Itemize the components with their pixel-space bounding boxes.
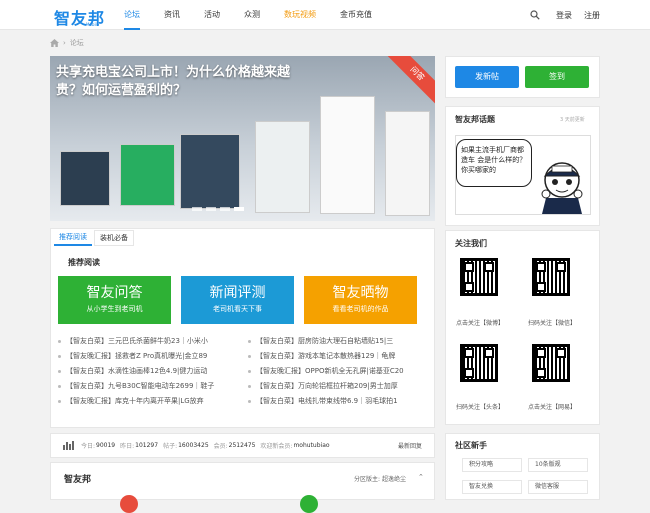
section-title: 推荐阅读 [68, 258, 100, 267]
moderator-label: 分区版主: [354, 476, 381, 483]
banner-image-kiosk [180, 134, 240, 209]
tile-subtitle: 看看老司机的作品 [332, 305, 389, 313]
follow-title: 关注我们 [455, 239, 487, 248]
community-tag[interactable]: 10条版规 [528, 458, 588, 472]
article-list-right: 【智友白菜】厨房防油大理石自粘墙贴15|三 【智友白菜】游戏本笔记本散热器129… [248, 334, 428, 409]
login-link[interactable]: 登录 [556, 10, 572, 21]
stat-posts-label: 帖子: [163, 443, 178, 450]
forum-title[interactable]: 智友邦 [64, 472, 91, 485]
search-icon[interactable] [530, 10, 540, 20]
new-post-button[interactable]: 发新帖 [455, 66, 519, 88]
stat-yesterday: 101297 [135, 442, 159, 449]
stat-today: 90019 [96, 442, 116, 449]
topic-title: 智友邦话题 [455, 115, 495, 124]
qr-code-weibo-icon[interactable] [460, 258, 498, 296]
tile-title: 新闻评测 [209, 285, 266, 301]
community-tag[interactable]: 智友兑换 [462, 480, 522, 494]
hero-ribbon: 问答 [383, 56, 435, 108]
qr-label[interactable]: 扫码关注【微信】 [522, 318, 582, 327]
list-item[interactable]: 【智友白菜】万向轮铝框拉杆箱209|男士加厚 [248, 379, 428, 394]
latest-reply-link[interactable]: 最新回复 [398, 441, 422, 450]
stat-newest-member[interactable]: mohutubiao [293, 442, 329, 449]
tab-recommended[interactable]: 推荐阅读 [54, 230, 92, 246]
register-link[interactable]: 注册 [584, 10, 600, 21]
checkin-button[interactable]: 签到 [525, 66, 589, 88]
qr-label[interactable]: 点击关注【微博】 [450, 318, 510, 327]
forum-icon[interactable] [300, 495, 318, 513]
qr-code-netease-icon[interactable] [532, 344, 570, 382]
moderator-name[interactable]: 超逸绝尘 [382, 474, 406, 483]
nav-events[interactable]: 活动 [204, 0, 220, 30]
hero-title[interactable]: 共享充电宝公司上市！为什么价格越来越贵？如何运营盈利的？ [56, 64, 296, 100]
carousel-dot[interactable] [220, 207, 230, 211]
breadcrumb: › 论坛 [50, 38, 84, 48]
cartoon-driver-icon [541, 162, 583, 214]
carousel-dot[interactable] [192, 207, 202, 211]
hero-banner[interactable]: 共享充电宝公司上市！为什么价格越来越贵？如何运营盈利的？ 问答 [50, 56, 435, 221]
stat-newest-label: 欢迎新会员: [260, 443, 293, 450]
list-item[interactable]: 【智友晚汇报】拯救者Z Pro真机曝光|金立89 [58, 349, 238, 364]
banner-image-kiosk [255, 121, 310, 213]
article-list-left: 【智友白菜】三元巴氏杀菌鲜牛奶23｜小米小 【智友晚汇报】拯救者Z Pro真机曝… [58, 334, 238, 409]
nav-testing[interactable]: 众测 [244, 0, 260, 30]
banner-image-kiosk [60, 151, 110, 206]
stat-members: 2512475 [228, 442, 256, 449]
community-title: 社区新手 [455, 441, 487, 450]
list-item[interactable]: 【智友白菜】三元巴氏杀菌鲜牛奶23｜小米小 [58, 334, 238, 349]
qr-code-toutiao-icon[interactable] [460, 344, 498, 382]
list-item[interactable]: 【智友白菜】水滴性油画棒12色4.9|健力运动 [58, 364, 238, 379]
banner-image-kiosk [120, 144, 175, 206]
qr-label[interactable]: 扫码关注【头条】 [450, 402, 510, 411]
tab-essentials[interactable]: 装机必备 [94, 230, 134, 246]
topic-update-time: 3 天前更新 [560, 117, 585, 123]
nav-news[interactable]: 资讯 [164, 0, 180, 30]
tile-showcase[interactable]: 智友晒物 看看老司机的作品 [304, 276, 417, 324]
topic-card[interactable]: 如果主流手机厂商都造车 会是什么样的？你买哪家的 [455, 135, 591, 215]
topic-question: 如果主流手机厂商都造车 会是什么样的？你买哪家的 [456, 139, 532, 187]
list-item[interactable]: 【智友白菜】游戏本笔记本散热器129｜龟牌 [248, 349, 428, 364]
list-item[interactable]: 【智友晚汇报】库克十年内离开苹果|LG放弃 [58, 394, 238, 409]
tile-title: 智友问答 [86, 285, 143, 301]
forum-icon[interactable] [120, 495, 138, 513]
site-logo-subtitle: Mobile [86, 22, 100, 27]
banner-image-kiosk [320, 96, 375, 214]
breadcrumb-current[interactable]: 论坛 [70, 38, 84, 48]
collapse-icon[interactable]: ⌃ [418, 473, 424, 481]
stat-today-label: 今日: [81, 443, 96, 450]
list-item[interactable]: 【智友白菜】电线扎带束线带6.9｜羽毛球拍1 [248, 394, 428, 409]
nav-recharge[interactable]: 金币充值 [340, 0, 372, 30]
community-tag[interactable]: 积分攻略 [462, 458, 522, 472]
tab-bar: 推荐阅读 装机必备 [54, 230, 136, 246]
tile-news[interactable]: 新闻评测 老司机看天下事 [181, 276, 294, 324]
list-item[interactable]: 【智友晚汇报】OPPO新机全无孔屏|诺基亚C20 [248, 364, 428, 379]
forum-stats: 今日: 90019 昨日: 101297 帖子: 16003425 会员: 25… [50, 433, 435, 458]
main-nav: 论坛 资讯 活动 众测 数玩视频 金币充值 [124, 0, 396, 30]
list-item[interactable]: 【智友白菜】九号B30C智能电动车2699｜鞋子 [58, 379, 238, 394]
stat-yesterday-label: 昨日: [120, 443, 135, 450]
home-icon[interactable] [50, 39, 59, 47]
tile-title: 智友晒物 [332, 285, 389, 301]
community-tag[interactable]: 微信客服 [528, 480, 588, 494]
nav-forum[interactable]: 论坛 [124, 0, 140, 30]
tile-subtitle: 从小学生到老司机 [86, 305, 143, 313]
tile-subtitle: 老司机看天下事 [213, 305, 262, 313]
banner-image-kiosk [385, 111, 430, 216]
stat-members-label: 会员: [213, 443, 228, 450]
stat-posts: 16003425 [178, 442, 209, 449]
forum-moderator: 分区版主: 超逸绝尘 [354, 474, 406, 483]
tile-qa[interactable]: 智友问答 从小学生到老司机 [58, 276, 171, 324]
breadcrumb-separator-icon: › [63, 39, 66, 47]
bar-chart-icon [63, 441, 74, 450]
list-item[interactable]: 【智友白菜】厨房防油大理石自粘墙贴15|三 [248, 334, 428, 349]
nav-video[interactable]: 数玩视频 [284, 0, 316, 30]
qr-code-wechat-icon[interactable] [532, 258, 570, 296]
qr-label[interactable]: 点击关注【网易】 [522, 402, 582, 411]
carousel-dot-active[interactable] [234, 207, 244, 211]
carousel-dot[interactable] [206, 207, 216, 211]
